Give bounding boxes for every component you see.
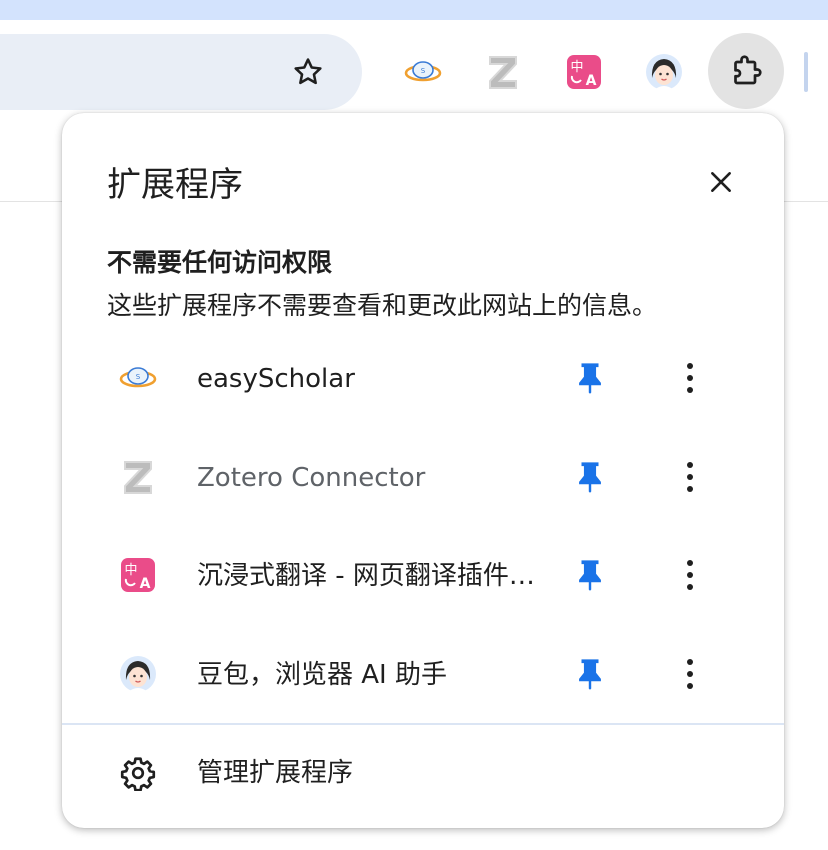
zotero-icon — [489, 56, 517, 89]
close-button[interactable] — [698, 159, 744, 205]
toolbar-immersive-translate-button[interactable]: 中 A — [562, 50, 606, 94]
browser-top-strip — [0, 0, 828, 20]
extension-name: 豆包，浏览器 AI 助手 — [197, 659, 447, 690]
list-item-easyscholar[interactable]: S easyScholar — [62, 329, 784, 428]
svg-text:S: S — [421, 67, 426, 75]
pin-icon — [579, 461, 601, 493]
immersive-translate-icon: 中 A — [121, 558, 155, 592]
more-vert-icon — [687, 461, 693, 492]
toolbar-zotero-button[interactable] — [481, 50, 525, 94]
immersive-translate-icon: 中 A — [567, 55, 601, 89]
pin-button[interactable] — [568, 553, 612, 597]
extensions-menu-button[interactable] — [708, 33, 784, 109]
bookmark-star-button[interactable] — [286, 50, 330, 94]
more-options-button[interactable] — [668, 455, 712, 499]
zotero-icon — [124, 460, 152, 494]
extension-name: easyScholar — [197, 364, 355, 394]
more-vert-icon — [687, 363, 693, 393]
manage-extensions-label: 管理扩展程序 — [197, 758, 354, 788]
section-description: 这些扩展程序不需要查看和更改此网站上的信息。 — [107, 291, 658, 320]
section-heading: 不需要任何访问权限 — [107, 248, 333, 277]
pin-icon — [579, 560, 601, 591]
svg-text:中: 中 — [570, 60, 583, 75]
extension-name: 沉浸式翻译 - 网页翻译插件 | PDF 翻译 — [197, 561, 537, 591]
star-icon — [294, 58, 322, 85]
close-icon — [711, 172, 731, 192]
svg-text:A: A — [140, 576, 151, 592]
pin-icon — [579, 658, 601, 690]
doubao-icon — [120, 655, 156, 692]
pin-button[interactable] — [568, 455, 612, 499]
doubao-icon — [646, 54, 682, 90]
more-options-button[interactable] — [668, 356, 712, 400]
extensions-popup: 扩展程序 不需要任何访问权限 这些扩展程序不需要查看和更改此网站上的信息。 S … — [62, 113, 784, 828]
gear-icon — [120, 757, 156, 791]
svg-text:S: S — [136, 373, 141, 381]
more-vert-icon — [687, 658, 693, 689]
toolbar-divider — [804, 52, 808, 92]
toolbar-doubao-button[interactable] — [642, 50, 686, 94]
extension-list: S easyScholar Zotero Connector 中 A 沉浸式翻译… — [62, 329, 784, 723]
list-item-doubao[interactable]: 豆包，浏览器 AI 助手 — [62, 625, 784, 724]
toolbar-easyscholar-button[interactable]: S — [401, 50, 445, 94]
svg-text:中: 中 — [124, 563, 137, 578]
pin-icon — [579, 363, 601, 394]
easyscholar-icon: S — [119, 367, 157, 388]
more-vert-icon — [687, 560, 693, 590]
popup-title: 扩展程序 — [107, 165, 243, 205]
puzzle-icon — [734, 55, 762, 85]
list-item-immersive-translate[interactable]: 中 A 沉浸式翻译 - 网页翻译插件 | PDF 翻译 — [62, 526, 784, 625]
manage-extensions-button[interactable]: 管理扩展程序 — [62, 725, 784, 828]
extension-name: Zotero Connector — [197, 462, 426, 493]
more-options-button[interactable] — [668, 553, 712, 597]
easyscholar-icon: S — [404, 61, 442, 82]
pin-button[interactable] — [568, 356, 612, 400]
svg-text:A: A — [586, 73, 597, 89]
more-options-button[interactable] — [668, 652, 712, 696]
pin-button[interactable] — [568, 652, 612, 696]
list-item-zotero[interactable]: Zotero Connector — [62, 428, 784, 527]
